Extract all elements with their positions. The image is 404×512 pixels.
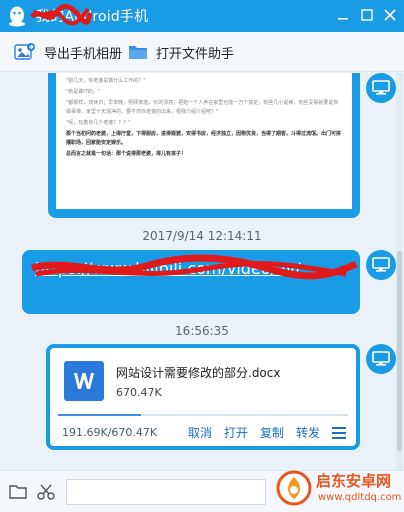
screenshot-line: "都那样，双休日；早单晚，照顾家庭，长的漂亮，把她一个人养在家里也能一万个搞定，… (66, 100, 339, 115)
watermark-url: www.qdltdq.com (318, 492, 402, 503)
word-w-icon (74, 373, 94, 389)
computer-icon (372, 257, 390, 272)
title-bar: 我的Android手机 (0, 0, 404, 32)
image-message[interactable]: "前几天，你老婆是做什么工作的？" "她是做IT的。" "都那样，双休日；早单晚… (48, 73, 360, 218)
forward-button[interactable]: 转发 (296, 424, 320, 441)
computer-icon (372, 351, 390, 366)
more-menu-icon[interactable] (332, 426, 347, 439)
download-progress-text: 191.69K/670.47K (62, 426, 158, 439)
screenshot-line: 总而言之就是一句话：那个说得那老婆，得儿有孩子！ (66, 151, 187, 157)
export-album-button[interactable]: 导出手机相册 (14, 40, 122, 64)
message-input[interactable] (66, 479, 266, 505)
folder-icon[interactable] (8, 483, 28, 501)
screenshot-text: "前几天，你老婆是做什么工作的？" "她是做IT的。" "都那样，双休日；早单晚… (66, 77, 342, 161)
redaction-scribble (30, 3, 92, 26)
photo-export-icon (14, 43, 35, 60)
folder-icon (129, 46, 147, 59)
open-file-assistant-label: 打开文件助手 (156, 46, 235, 62)
scissors-icon[interactable] (36, 483, 56, 501)
file-size: 670.47K (116, 386, 162, 399)
link-message[interactable]: https://www.bilibili.com/video/av/ (22, 250, 360, 314)
download-progress-fill (58, 414, 141, 416)
close-icon[interactable] (381, 6, 399, 24)
toolbar: 导出手机相册 打开文件助手 (0, 32, 404, 72)
qq-penguin-icon (9, 6, 25, 27)
screenshot-line: "呢，玩着你几个老婆？？？" (66, 120, 131, 126)
cancel-button[interactable]: 取消 (188, 424, 212, 441)
export-album-label: 导出手机相册 (44, 46, 123, 62)
watermark-title: 启东安卓网 (316, 472, 392, 490)
scrollbar-thumb[interactable] (397, 251, 402, 451)
file-actions: 取消 打开 复制 转发 (188, 424, 347, 441)
site-watermark: 启东安卓网 www.qdltdq.com (274, 466, 404, 512)
screenshot-line: "前几天，你老婆是做什么工作的？" (66, 78, 146, 84)
open-file-assistant-button[interactable]: 打开文件助手 (128, 40, 234, 64)
file-message[interactable]: 网站设计需要修改的部分.docx 670.47K 191.69K/670.47K… (46, 344, 360, 450)
redaction-scribble (31, 254, 358, 280)
avatar[interactable] (366, 344, 396, 374)
watermark-logo-icon (276, 470, 312, 506)
message-timestamp: 2017/9/14 12:14:11 (142, 229, 262, 243)
screenshot-image[interactable]: "前几天，你老婆是做什么工作的？" "她是做IT的。" "都那样，双休日；早单晚… (56, 73, 352, 209)
message-timestamp: 16:56:35 (175, 324, 229, 338)
chat-scrollbar[interactable] (396, 73, 403, 470)
screenshot-line: 那个当初问的老婆，上得厅堂，下得厨房，进得媒婆，安得书房，经济独立，因根优良，当… (66, 131, 342, 146)
download-progress-bar (58, 414, 348, 416)
copy-button[interactable]: 复制 (260, 424, 284, 441)
file-card[interactable]: 网站设计需要修改的部分.docx 670.47K 191.69K/670.47K… (50, 348, 356, 446)
avatar[interactable] (366, 250, 396, 280)
word-document-icon (64, 361, 104, 401)
avatar[interactable] (366, 73, 396, 103)
computer-icon (372, 80, 390, 95)
minimize-icon[interactable] (334, 6, 352, 24)
screenshot-line: "她是做IT的。" (66, 89, 101, 95)
chat-area[interactable]: "前几天，你老婆是做什么工作的？" "她是做IT的。" "都那样，双休日；早单晚… (0, 73, 404, 470)
file-name: 网站设计需要修改的部分.docx (116, 366, 281, 380)
maximize-icon[interactable] (358, 6, 376, 24)
open-button[interactable]: 打开 (224, 424, 248, 441)
